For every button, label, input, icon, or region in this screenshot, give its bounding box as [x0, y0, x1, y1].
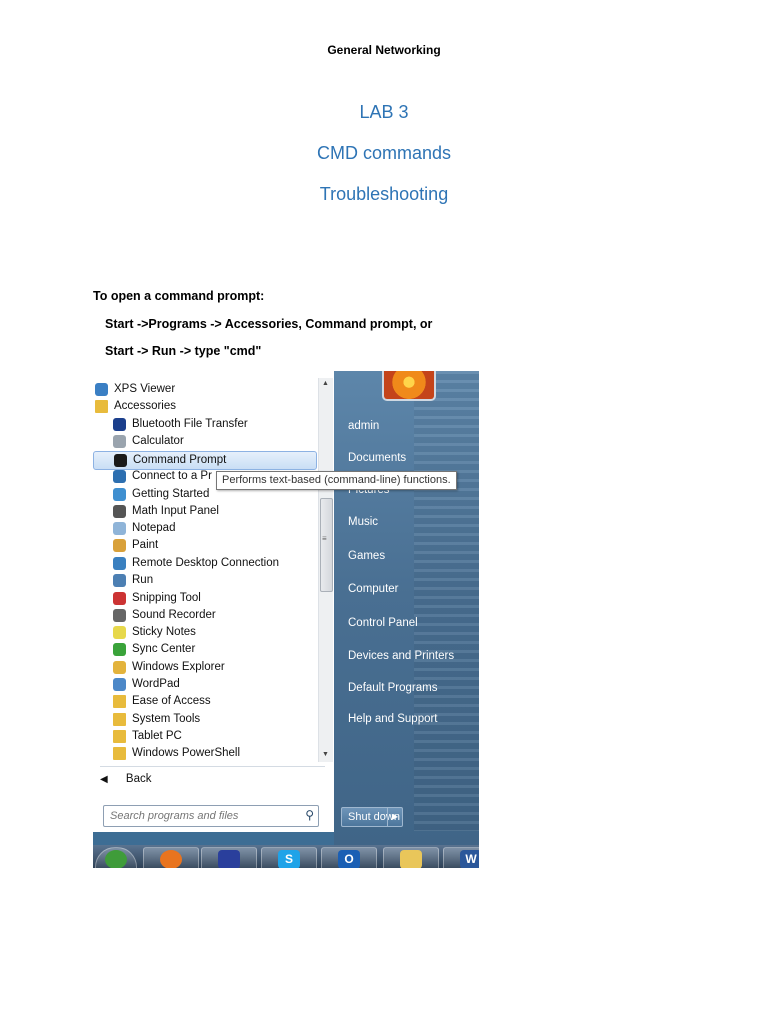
program-item-label: Bluetooth File Transfer — [132, 418, 248, 430]
program-list: XPS Viewer Accessories Bluetooth File Tran… — [93, 371, 318, 763]
program-item-label: Sync Center — [132, 643, 196, 655]
bluetooth-icon — [113, 418, 126, 431]
start-menu-left-pane: XPS Viewer Accessories Bluetooth File Tran… — [93, 371, 334, 832]
scroll-thumb[interactable] — [320, 498, 333, 592]
program-item-label: Windows Explorer — [132, 661, 225, 673]
taskbar-button[interactable] — [95, 847, 137, 868]
sync-icon — [113, 643, 126, 656]
divider — [100, 766, 325, 767]
calculator-icon — [113, 435, 126, 448]
word-icon: W — [460, 850, 479, 868]
program-list-scrollbar[interactable]: ▲ ≡ ▼ — [318, 378, 333, 762]
sticky-notes-icon — [113, 626, 126, 639]
program-item-label: XPS Viewer — [114, 383, 176, 395]
microphone-icon — [113, 609, 126, 622]
search-input[interactable] — [110, 808, 290, 823]
right-item-documents[interactable]: Documents — [348, 452, 406, 464]
background-window — [414, 371, 479, 831]
taskbar-button[interactable] — [201, 847, 257, 868]
folder-icon — [95, 400, 108, 413]
program-item-label: Ease of Access — [132, 695, 211, 707]
taskbar-button[interactable] — [143, 847, 199, 868]
back-button[interactable]: ◀ Back — [100, 773, 151, 785]
folder-icon — [113, 713, 126, 726]
firefox-icon — [160, 850, 182, 868]
program-item-label: Sound Recorder — [132, 609, 216, 621]
program-item-label: Tablet PC — [132, 730, 182, 742]
program-item-label: Command Prompt — [133, 454, 227, 466]
program-item-label: Remote Desktop Connection — [132, 557, 280, 569]
folder-icon — [113, 730, 126, 743]
notepad-icon — [113, 522, 126, 535]
right-item-games[interactable]: Games — [348, 550, 385, 562]
start-menu-screenshot: admin Documents Pictures Music Games Com… — [93, 371, 479, 868]
right-item-help-support[interactable]: Help and Support — [348, 713, 438, 725]
folder-icon — [113, 695, 126, 708]
right-item-admin[interactable]: admin — [348, 420, 379, 432]
program-item-label: Accessories — [114, 400, 176, 412]
right-item-devices-printers[interactable]: Devices and Printers — [348, 650, 454, 662]
folder-icon — [113, 747, 126, 760]
taskbar: SOW — [93, 845, 479, 868]
save-disk-icon — [218, 850, 240, 868]
right-item-control-panel[interactable]: Control Panel — [348, 617, 418, 629]
run-icon — [113, 574, 126, 587]
scroll-down-arrow-icon[interactable]: ▼ — [322, 751, 329, 758]
right-item-default-programs[interactable]: Default Programs — [348, 682, 437, 694]
intro-text: To open a command prompt: — [93, 289, 265, 303]
taskbar-button[interactable] — [383, 847, 439, 868]
remote-desktop-icon — [113, 557, 126, 570]
snipping-tool-icon — [113, 592, 126, 605]
instruction-step-2: Start -> Run -> type "cmd" — [105, 344, 262, 358]
program-item-label: Sticky Notes — [132, 626, 196, 638]
xps-viewer-icon — [95, 383, 108, 396]
program-item-label: Getting Started — [132, 488, 210, 500]
paint-icon — [113, 539, 126, 552]
program-item-label: System Tools — [132, 713, 201, 725]
wordpad-icon — [113, 678, 126, 691]
search-icon[interactable]: ⚲ — [305, 808, 314, 822]
shutdown-options-arrow-icon[interactable]: ▶ — [387, 808, 402, 826]
subtitle-cmd-commands: CMD commands — [316, 143, 452, 163]
scroll-up-arrow-icon[interactable]: ▲ — [322, 380, 329, 387]
windows-start-orb-icon — [105, 850, 127, 868]
program-item-label: Paint — [132, 539, 159, 551]
lab-title: LAB 3 — [359, 102, 409, 122]
scroll-grip-icon: ≡ — [322, 534, 327, 543]
search-box[interactable]: ⚲ — [103, 805, 319, 827]
taskbar-button[interactable]: W — [443, 847, 479, 868]
folder-explorer-icon — [400, 850, 422, 868]
user-picture[interactable] — [382, 371, 436, 401]
program-item-label: Connect to a Pr — [132, 470, 212, 482]
command-prompt-tooltip: Performs text-based (command-line) funct… — [216, 471, 457, 490]
right-item-computer[interactable]: Computer — [348, 583, 399, 595]
instruction-step-1: Start ->Programs -> Accessories, Command… — [105, 317, 433, 331]
back-label: Back — [125, 773, 152, 785]
program-item-label: Calculator — [132, 435, 184, 447]
getting-started-icon — [113, 488, 126, 501]
outlook-icon: O — [338, 850, 360, 868]
subtitle-troubleshooting: Troubleshooting — [319, 184, 449, 204]
right-item-music[interactable]: Music — [348, 516, 378, 528]
projector-icon — [113, 470, 126, 483]
program-item-label: Snipping Tool — [132, 592, 201, 604]
taskbar-button[interactable]: O — [321, 847, 377, 868]
command-prompt-icon — [114, 454, 127, 467]
taskbar-button[interactable]: S — [261, 847, 317, 868]
program-item-label: Windows PowerShell — [132, 747, 241, 759]
program-item-label: Math Input Panel — [132, 505, 219, 517]
skype-icon: S — [278, 850, 300, 868]
explorer-icon — [113, 661, 126, 674]
program-item-label: WordPad — [132, 678, 180, 690]
program-item-label: Run — [132, 574, 154, 586]
math-input-icon — [113, 505, 126, 518]
shutdown-button[interactable]: Shut down ▶ — [341, 807, 403, 827]
back-arrow-icon: ◀ — [100, 774, 108, 785]
program-item-label: Notepad — [132, 522, 176, 534]
document-header: General Networking — [327, 43, 441, 57]
